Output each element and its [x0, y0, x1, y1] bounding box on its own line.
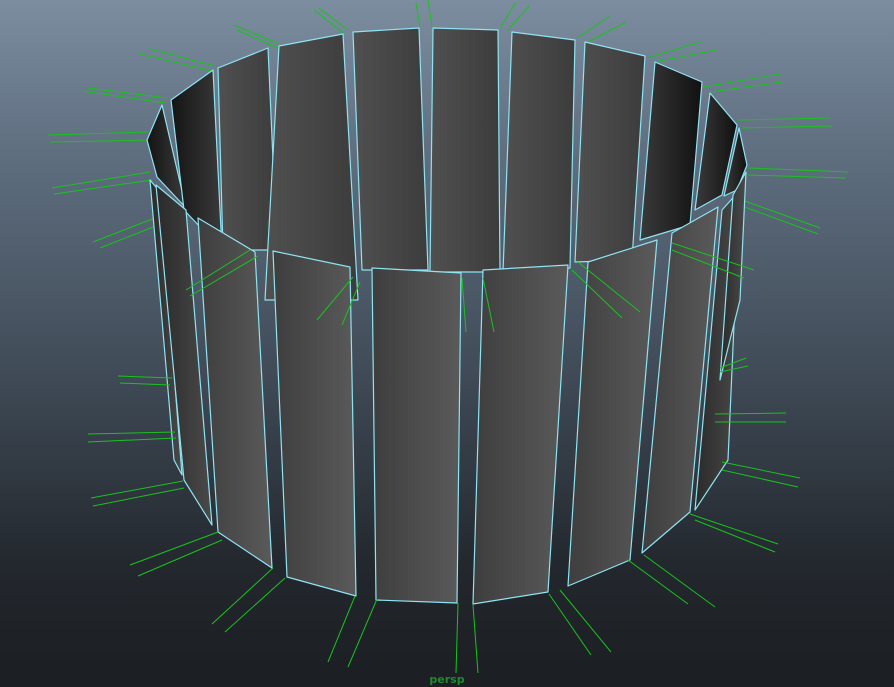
normal-line-front-4	[90, 480, 184, 499]
normal-line-front-9	[224, 577, 286, 633]
normal-line-back-6	[51, 171, 151, 189]
normal-line-front-0	[117, 375, 173, 379]
normal-line-front-14	[548, 593, 592, 656]
normal-line-back-14	[415, 2, 421, 28]
normal-line-back-25	[741, 125, 833, 129]
perspective-viewport[interactable]: persp	[0, 0, 894, 687]
normal-line-back-10	[233, 24, 280, 45]
normal-line-back-13	[318, 7, 349, 31]
normal-line-front-1	[119, 382, 171, 386]
normal-line-front-3	[87, 437, 177, 443]
front-panel-3	[272, 250, 357, 597]
back-panel-7	[574, 41, 646, 263]
normal-line-back-24	[737, 117, 831, 121]
back-panel-5	[429, 27, 501, 273]
normal-line-back-28	[741, 199, 821, 229]
normal-line-back-11	[236, 29, 283, 51]
normal-line-back-4	[47, 131, 149, 136]
normal-line-front-11	[347, 598, 378, 668]
normal-line-back-19	[587, 21, 627, 43]
normal-line-back-3	[87, 87, 169, 99]
normal-line-front-13	[472, 604, 479, 674]
normal-line-back-21	[653, 49, 717, 63]
normal-line-front-7	[137, 539, 223, 577]
normal-line-back-20	[646, 41, 701, 59]
normal-line-front-16	[627, 559, 689, 605]
back-panel-8	[639, 61, 703, 241]
back-panel-4	[352, 27, 429, 271]
normal-line-front-5	[92, 487, 185, 507]
front-panel-4	[371, 267, 462, 604]
normal-line-back-18	[576, 15, 611, 39]
normal-line-front-2	[87, 431, 176, 435]
normal-line-front-12	[455, 602, 459, 674]
normal-line-back-5	[49, 139, 151, 143]
normal-line-back-29	[741, 205, 819, 235]
normal-line-front-19	[694, 519, 776, 553]
front-panel-5	[472, 264, 569, 605]
camera-name-label: persp	[429, 673, 465, 686]
normal-line-front-17	[643, 554, 716, 608]
normal-line-back-1	[149, 48, 216, 67]
normal-line-back-12	[313, 9, 344, 34]
normal-line-front-18	[689, 513, 779, 545]
normal-line-front-21	[721, 469, 799, 488]
normal-line-front-20	[721, 461, 801, 479]
back-panel-6	[502, 31, 576, 273]
normal-line-back-7	[53, 179, 153, 195]
back-panel-2	[217, 47, 278, 251]
normal-line-back-22	[702, 73, 781, 88]
normal-line-back-27	[747, 174, 847, 179]
normal-line-back-26	[747, 167, 849, 173]
normal-line-back-15	[427, 0, 433, 28]
normal-line-front-10	[327, 595, 356, 663]
scene-canvas[interactable]	[0, 0, 894, 687]
normal-line-front-30	[461, 277, 467, 333]
